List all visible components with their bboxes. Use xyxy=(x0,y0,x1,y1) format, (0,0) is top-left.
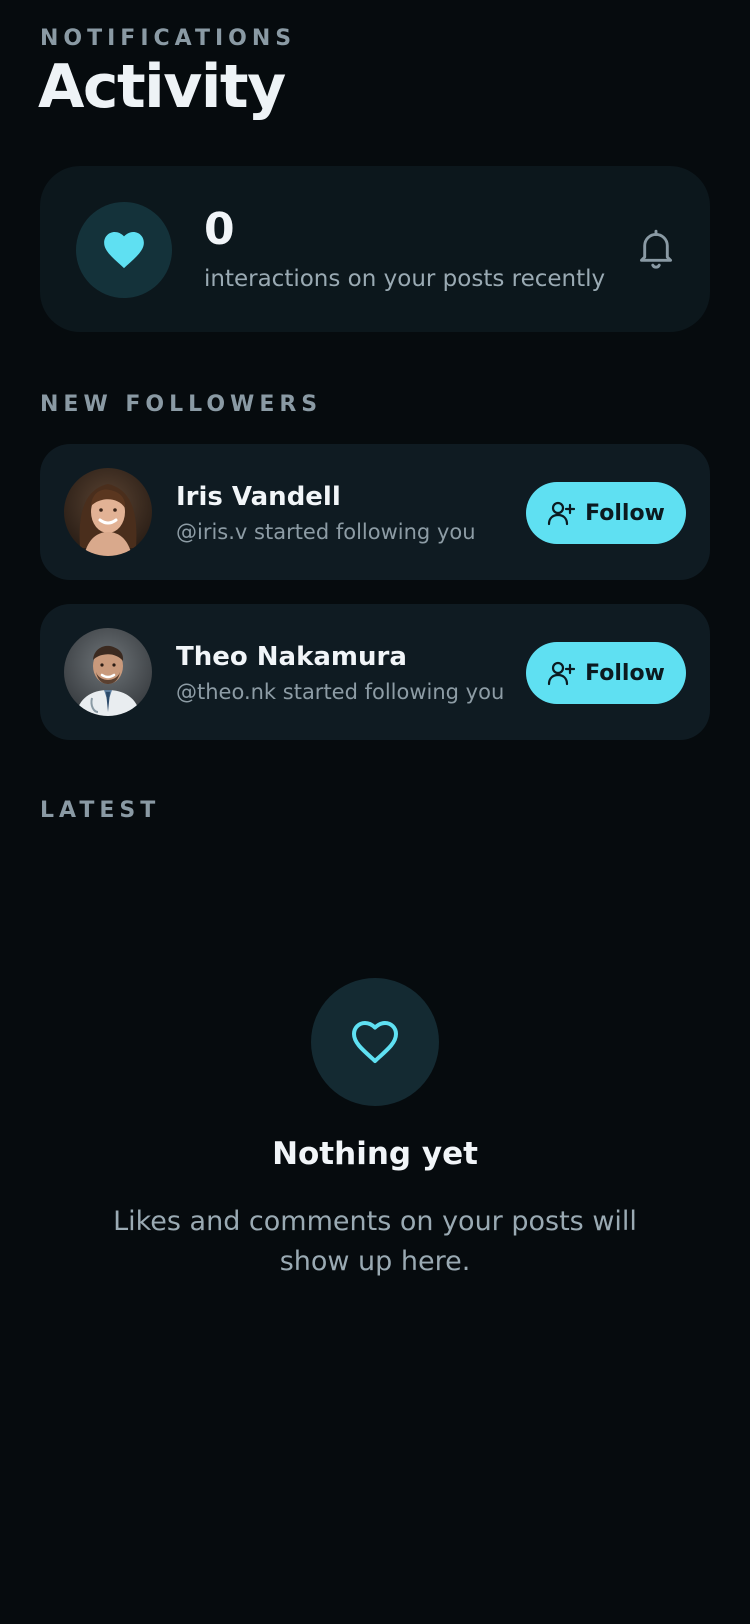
interactions-summary-card: 0 interactions on your posts recently xyxy=(40,166,710,332)
empty-state-title: Nothing yet xyxy=(272,1136,478,1172)
follower-card: Theo Nakamura @theo.nk started following… xyxy=(40,604,710,740)
follow-button-label: Follow xyxy=(585,500,665,526)
heart-icon xyxy=(76,202,172,298)
follower-name[interactable]: Theo Nakamura xyxy=(176,642,407,672)
heart-outline-icon xyxy=(311,978,439,1106)
follow-button[interactable]: Follow xyxy=(526,642,686,704)
empty-state-description: Likes and comments on your posts will sh… xyxy=(113,1206,637,1277)
page-eyebrow: NOTIFICATIONS xyxy=(40,26,297,51)
avatar[interactable] xyxy=(64,628,152,716)
interactions-label: interactions on your posts recently xyxy=(204,266,606,292)
section-heading-latest: LATEST xyxy=(40,798,161,823)
follow-button[interactable]: Follow xyxy=(526,482,686,544)
follower-subtitle: @theo.nk started following you xyxy=(176,680,505,704)
interactions-count: 0 xyxy=(204,204,235,255)
empty-state: Nothing yet Likes and comments on your p… xyxy=(0,978,750,1282)
user-plus-icon xyxy=(548,661,576,686)
follow-button-label: Follow xyxy=(585,660,665,686)
page-title: Activity xyxy=(38,52,286,122)
follower-subtitle: @iris.v started following you xyxy=(176,520,476,544)
activity-screen: NOTIFICATIONS Activity 0 interactions on… xyxy=(0,0,750,1624)
follower-card: Iris Vandell @iris.v started following y… xyxy=(40,444,710,580)
bell-icon[interactable] xyxy=(636,228,676,270)
follower-name[interactable]: Iris Vandell xyxy=(176,482,341,512)
user-plus-icon xyxy=(548,501,576,526)
avatar[interactable] xyxy=(64,468,152,556)
section-heading-new-followers: NEW FOLLOWERS xyxy=(40,392,323,417)
